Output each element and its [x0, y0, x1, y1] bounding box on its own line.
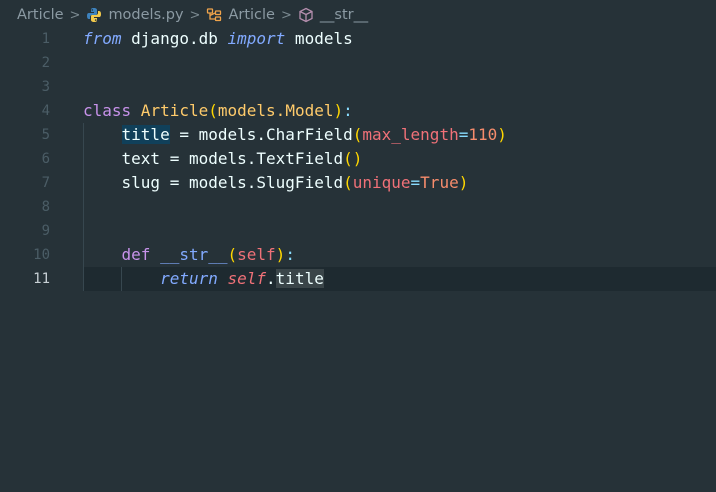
code-line-4[interactable]: 4 class Article(models.Model): — [0, 99, 716, 123]
code-text: return self.title — [160, 269, 324, 288]
chevron-right-icon: > — [280, 7, 292, 23]
line-number: 6 — [41, 151, 50, 167]
breadcrumb-folder-label: Article — [17, 7, 64, 23]
code-line-9[interactable]: 9 — [0, 219, 716, 243]
breadcrumb-item-method[interactable]: __str__ — [298, 7, 368, 23]
breadcrumb-item-file[interactable]: models.py — [86, 7, 184, 23]
code-editor[interactable]: 1 from django.db import models 2 3 4 cla… — [0, 27, 716, 492]
code-text: def __str__(self): — [121, 245, 295, 264]
code-line-10[interactable]: 10 def __str__(self): — [0, 243, 716, 267]
line-number: 2 — [41, 55, 50, 71]
line-number: 1 — [41, 31, 50, 47]
line-number: 9 — [41, 223, 50, 239]
line-number: 4 — [41, 103, 50, 119]
breadcrumb: Article > models.py > Article > __str__ — [0, 0, 716, 30]
breadcrumb-method-label: __str__ — [319, 7, 369, 23]
code-text: text = models.TextField() — [121, 149, 363, 168]
line-number: 10 — [33, 247, 50, 263]
code-line-8[interactable]: 8 — [0, 195, 716, 219]
code-text: slug = models.SlugField(unique=True) — [121, 173, 469, 192]
python-icon — [86, 7, 102, 23]
indent-guide — [83, 195, 84, 219]
code-line-5[interactable]: 5 title = models.CharField(max_length=11… — [0, 123, 716, 147]
chevron-right-icon: > — [189, 7, 201, 23]
code-line-11[interactable]: 11 return self.title — [0, 267, 716, 291]
breadcrumb-item-class[interactable]: Article — [206, 7, 275, 23]
code-line-7[interactable]: 7 slug = models.SlugField(unique=True) — [0, 171, 716, 195]
line-number: 5 — [41, 127, 50, 143]
code-line-2[interactable]: 2 — [0, 51, 716, 75]
line-number: 3 — [41, 79, 50, 95]
line-number: 7 — [41, 175, 50, 191]
code-line-3[interactable]: 3 — [0, 75, 716, 99]
code-text: class Article(models.Model): — [83, 101, 353, 120]
chevron-right-icon: > — [69, 7, 81, 23]
code-text: from django.db import models — [83, 29, 353, 48]
breadcrumb-item-folder[interactable]: Article — [17, 7, 64, 23]
method-icon — [298, 7, 314, 23]
line-number: 8 — [41, 199, 50, 215]
code-line-6[interactable]: 6 text = models.TextField() — [0, 147, 716, 171]
breadcrumb-class-label: Article — [228, 7, 275, 23]
code-line-1[interactable]: 1 from django.db import models — [0, 27, 716, 51]
code-text: title = models.CharField(max_length=110) — [121, 125, 507, 144]
class-icon — [206, 7, 222, 23]
breadcrumb-file-label: models.py — [108, 7, 184, 23]
indent-guide — [83, 219, 84, 243]
line-number-active: 11 — [33, 271, 50, 287]
